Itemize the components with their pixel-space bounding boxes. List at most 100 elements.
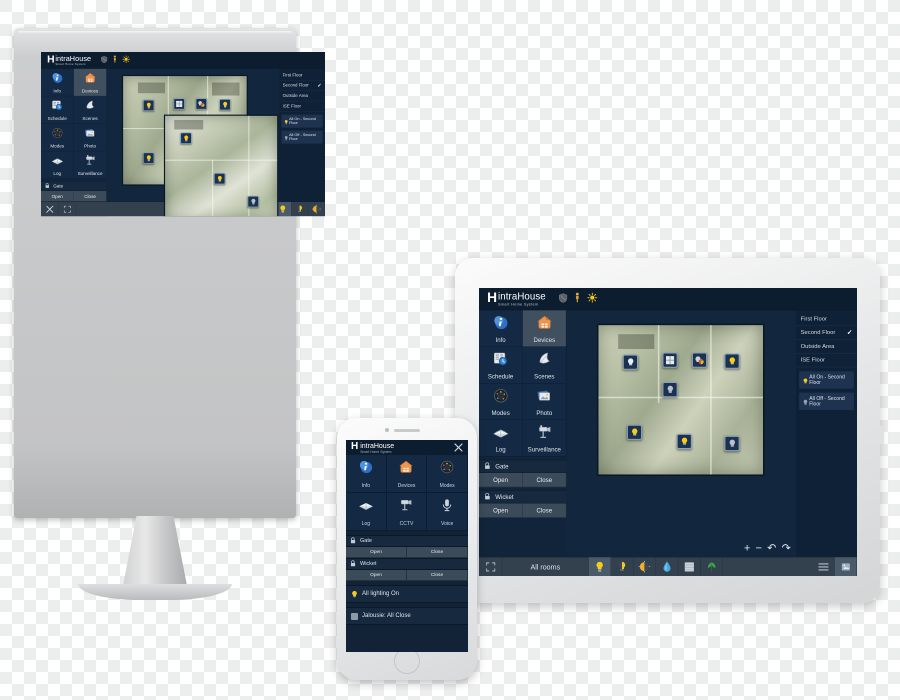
phone-wicket-open-button[interactable]: Open <box>346 570 407 581</box>
sidebar-item-info[interactable]: Info <box>41 68 74 97</box>
phone-item-modes[interactable]: Modes <box>427 455 468 493</box>
logo-letter: H <box>487 290 497 306</box>
sun-icon[interactable] <box>587 292 598 306</box>
phone-scene-jalousie-all-close[interactable]: Jalousie: All Close <box>346 607 468 625</box>
floor-item-ise[interactable]: ISE Floor <box>279 101 325 112</box>
app-body: Info Devices Schedule Scenes Modes Photo… <box>479 310 857 557</box>
zoom-in-button[interactable]: + <box>744 542 751 553</box>
sidebar-item-modes[interactable]: Modes <box>41 123 74 152</box>
floor-item-outside[interactable]: Outside Area <box>796 340 857 354</box>
gate-open-button[interactable]: Open <box>479 472 523 488</box>
fullscreen-icon[interactable] <box>479 557 503 576</box>
sidebar-item-photo[interactable]: Photo <box>73 123 107 152</box>
filter-bulb-on[interactable] <box>588 557 612 576</box>
sidebar-item-surveillance[interactable]: Surveillance <box>522 420 567 457</box>
scene-all-on[interactable]: All On - Second Floor <box>281 114 323 128</box>
phone-scene-label: Jalousie: All Close <box>362 613 411 619</box>
wicket-close-button[interactable]: Close <box>522 503 567 518</box>
gate-close-button[interactable]: Close <box>522 472 567 488</box>
scene-all-off[interactable]: All Off - Second Floor <box>281 130 323 144</box>
sidebar-item-log[interactable]: Log <box>41 151 74 179</box>
device-marker[interactable] <box>247 195 259 208</box>
floor-item-second[interactable]: Second Floor ✓ <box>279 81 325 91</box>
phone-wicket-close-button[interactable]: Close <box>407 570 468 581</box>
undo-button[interactable]: ↶ <box>767 542 776 553</box>
phone-gate-close-button[interactable]: Close <box>407 547 468 558</box>
device-marker[interactable] <box>195 98 208 110</box>
app-header: H intraHouse Smart Home System <box>479 288 857 311</box>
room-selector[interactable]: All rooms <box>502 557 589 576</box>
device-marker[interactable] <box>219 98 231 111</box>
filter-bulb-off[interactable] <box>291 202 309 217</box>
filter-dimmer[interactable] <box>633 557 656 576</box>
gate-open-button[interactable]: Open <box>41 190 74 202</box>
person-icon[interactable] <box>113 55 117 65</box>
sidebar-item-schedule[interactable]: Schedule <box>41 96 74 124</box>
sidebar-item-modes[interactable]: Modes <box>479 383 523 421</box>
filter-bulb-off[interactable] <box>611 557 634 576</box>
floorplan-stage[interactable]: + − ↶ ↷ <box>566 310 797 557</box>
device-marker[interactable] <box>180 132 192 144</box>
device-marker[interactable] <box>626 424 643 440</box>
device-marker[interactable] <box>691 352 708 368</box>
floor-item-ise[interactable]: ISE Floor <box>796 354 857 368</box>
sun-icon[interactable] <box>122 55 131 65</box>
floor-item-first[interactable]: First Floor <box>796 312 857 327</box>
floorplan-stage[interactable] <box>106 68 280 217</box>
filter-dimmer[interactable] <box>308 202 325 217</box>
floor-item-outside[interactable]: Outside Area <box>279 91 325 102</box>
tablet-side-button[interactable] <box>877 426 884 444</box>
sidebar-item-scenes[interactable]: Scenes <box>522 346 567 384</box>
sidebar-item-devices[interactable]: Devices <box>522 310 567 347</box>
device-marker[interactable] <box>724 435 740 452</box>
floorplan-first[interactable] <box>596 323 765 476</box>
redo-button[interactable]: ↷ <box>782 542 791 553</box>
shield-icon[interactable] <box>101 55 108 65</box>
tools-icon[interactable] <box>41 202 59 217</box>
sidebar-item-log[interactable]: Log <box>479 420 523 457</box>
device-marker[interactable] <box>662 352 678 368</box>
phone-item-info[interactable]: Info <box>346 455 387 493</box>
device-marker[interactable] <box>142 99 155 112</box>
phone-item-log[interactable]: Log <box>346 493 387 531</box>
device-marker[interactable] <box>724 353 740 369</box>
floor-item-second[interactable]: Second Floor ✓ <box>796 326 857 340</box>
phone-item-voice[interactable]: Voice <box>427 493 468 531</box>
device-marker[interactable] <box>142 152 155 164</box>
device-marker[interactable] <box>622 354 639 370</box>
device-marker[interactable] <box>213 172 226 185</box>
sidebar-item-scenes[interactable]: Scenes <box>73 96 107 124</box>
filter-water[interactable] <box>656 557 679 576</box>
sidebar-item-info[interactable]: Info <box>479 310 523 347</box>
floor-item-first[interactable]: First Floor <box>279 70 325 81</box>
phone-gate-open-button[interactable]: Open <box>346 547 407 558</box>
phone-item-label: Devices <box>397 482 416 489</box>
sidebar-item-devices[interactable]: Devices <box>73 68 107 97</box>
wicket-open-button[interactable]: Open <box>479 503 523 518</box>
monitor-stand <box>122 516 188 591</box>
filter-blind[interactable] <box>678 557 701 576</box>
floorplan-second[interactable] <box>163 114 279 217</box>
scene-all-off[interactable]: All Off - Second Floor <box>799 392 854 410</box>
sidebar-item-surveillance[interactable]: Surveillance <box>73 151 107 179</box>
gate-close-button[interactable]: Close <box>73 190 107 202</box>
phone-scene-all-lighting-on[interactable]: All lighting On <box>346 585 468 603</box>
fullscreen-icon[interactable] <box>59 202 77 217</box>
person-icon[interactable] <box>575 292 581 306</box>
export-icon[interactable] <box>834 557 857 576</box>
device-marker[interactable] <box>662 381 678 398</box>
device-marker[interactable] <box>173 98 185 110</box>
phone-item-devices[interactable]: Devices <box>386 455 428 493</box>
scene-all-on[interactable]: All On - Second Floor <box>799 371 854 389</box>
sidebar-item-schedule[interactable]: Schedule <box>479 346 523 384</box>
tablet-device: H intraHouse Smart Home System Info Devi… <box>455 258 884 603</box>
monitor-base <box>78 584 232 600</box>
shield-icon[interactable] <box>559 293 568 305</box>
phone-item-label: Log <box>361 520 370 527</box>
zoom-out-button[interactable]: − <box>756 542 763 553</box>
device-marker[interactable] <box>676 433 692 450</box>
filter-climate[interactable] <box>701 557 723 576</box>
phone-item-cctv[interactable]: CCTV <box>386 493 428 531</box>
sidebar-item-photo[interactable]: Photo <box>522 383 567 421</box>
hamburger-icon[interactable] <box>812 557 835 576</box>
